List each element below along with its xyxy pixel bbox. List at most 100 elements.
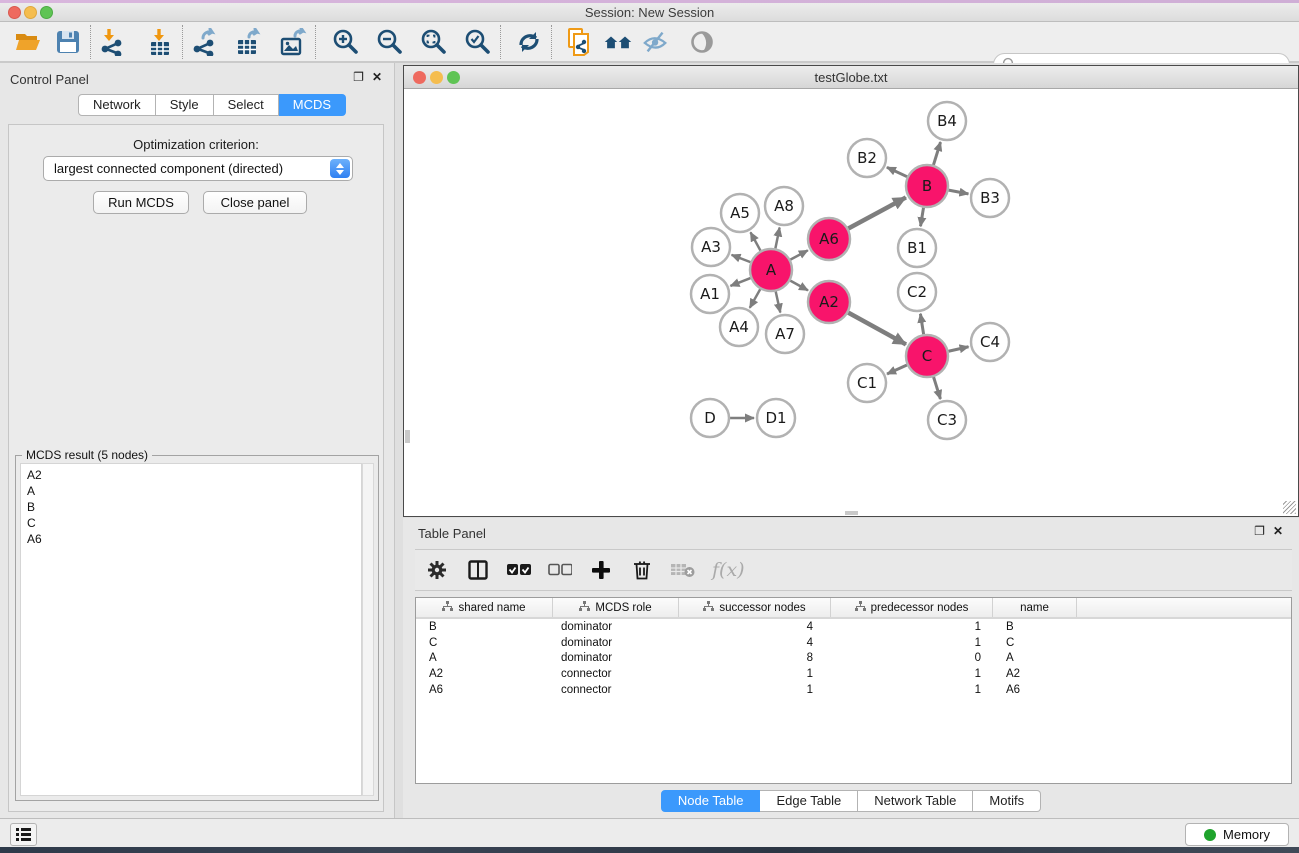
table-cell[interactable]: C (416, 635, 553, 651)
import-network-icon[interactable] (99, 28, 127, 56)
new-network-from-selection-icon[interactable] (566, 28, 594, 56)
task-history-button[interactable] (10, 823, 37, 846)
table-cell[interactable]: A2 (993, 666, 1077, 682)
tab-edge-table[interactable]: Edge Table (760, 790, 858, 812)
node-B3[interactable]: B3 (971, 179, 1009, 217)
zoom-out-icon[interactable] (376, 28, 404, 56)
table-row[interactable]: Cdominator41C (416, 635, 1291, 651)
table-cell[interactable]: B (993, 619, 1077, 635)
tab-network-table[interactable]: Network Table (858, 790, 973, 812)
node-A8[interactable]: A8 (765, 187, 803, 225)
first-neighbors-icon[interactable] (604, 28, 632, 56)
table-cell[interactable]: connector (553, 682, 679, 698)
table-cell[interactable]: B (416, 619, 553, 635)
column-header-predecessor-nodes[interactable]: predecessor nodes (831, 598, 993, 617)
export-table-icon[interactable] (235, 28, 263, 56)
zoom-selected-icon[interactable] (464, 28, 492, 56)
table-cell[interactable]: A2 (416, 666, 553, 682)
table-cell[interactable]: dominator (553, 619, 679, 635)
edge-B-B4[interactable] (933, 142, 940, 165)
memory-button[interactable]: Memory (1185, 823, 1289, 846)
show-all-icon[interactable] (688, 28, 716, 56)
node-A5[interactable]: A5 (721, 194, 759, 232)
save-session-icon[interactable] (54, 28, 82, 56)
node-C2[interactable]: C2 (898, 273, 936, 311)
tab-node-table[interactable]: Node Table (661, 790, 761, 812)
edge-B-B2[interactable] (887, 167, 907, 176)
edge-B-B1[interactable] (921, 208, 924, 227)
table-cell[interactable]: 1 (679, 666, 831, 682)
tab-mcds[interactable]: MCDS (279, 94, 346, 116)
table-settings-icon[interactable] (425, 558, 449, 582)
table-cell[interactable]: A (993, 650, 1077, 666)
column-header-name[interactable]: name (993, 598, 1077, 617)
edge-A-A3[interactable] (732, 255, 751, 262)
node-D1[interactable]: D1 (757, 399, 795, 437)
show-column-icon[interactable] (466, 558, 490, 582)
table-cell[interactable]: 4 (679, 635, 831, 651)
mcds-result-item[interactable]: C (27, 515, 361, 531)
node-A1[interactable]: A1 (691, 275, 729, 313)
table-cell[interactable]: connector (553, 666, 679, 682)
column-header-shared-name[interactable]: shared name (416, 598, 553, 617)
edge-A2-C[interactable] (848, 313, 906, 345)
criterion-dropdown[interactable]: largest connected component (directed) (43, 156, 353, 181)
edge-C-C3[interactable] (934, 377, 941, 399)
mcds-result-item[interactable]: B (27, 499, 361, 515)
close-panel-button[interactable]: Close panel (203, 191, 307, 214)
table-cell[interactable]: C (993, 635, 1077, 651)
edge-A-A2[interactable] (790, 281, 808, 291)
node-D[interactable]: D (691, 399, 729, 437)
function-builder-icon[interactable]: f(x) (712, 559, 745, 581)
edge-A-A1[interactable] (730, 278, 750, 286)
add-column-icon[interactable] (589, 558, 613, 582)
table-cell[interactable]: 0 (831, 650, 993, 666)
node-C[interactable]: C (906, 335, 948, 377)
node-C3[interactable]: C3 (928, 401, 966, 439)
column-header-successor-nodes[interactable]: successor nodes (679, 598, 831, 617)
network-graph[interactable]: AA6A2BCA5A8A3A1A4A7B2B4B3B1C2C4C1C3DD1 (404, 89, 1298, 516)
mcds-result-item[interactable]: A (27, 483, 361, 499)
open-file-icon[interactable] (14, 28, 42, 56)
table-cell[interactable]: dominator (553, 635, 679, 651)
table-cell[interactable]: 1 (831, 619, 993, 635)
edge-C-C2[interactable] (920, 314, 923, 335)
node-A[interactable]: A (750, 249, 792, 291)
node-B4[interactable]: B4 (928, 102, 966, 140)
close-table-panel-icon[interactable]: ✕ (1273, 524, 1283, 538)
table-cell[interactable]: A (416, 650, 553, 666)
import-table-icon[interactable] (146, 28, 174, 56)
table-cell[interactable]: 1 (679, 682, 831, 698)
table-cell[interactable]: 4 (679, 619, 831, 635)
table-row[interactable]: A6connector11A6 (416, 682, 1291, 698)
export-image-icon[interactable] (279, 28, 307, 56)
node-B[interactable]: B (906, 165, 948, 207)
deselect-all-rows-icon[interactable] (548, 558, 572, 582)
column-header-mcds-role[interactable]: MCDS role (553, 598, 679, 617)
float-table-panel-icon[interactable]: ❐ (1254, 524, 1265, 538)
mcds-result-scrollbar[interactable] (362, 463, 374, 796)
tab-network[interactable]: Network (78, 94, 156, 116)
edge-C-C1[interactable] (887, 365, 907, 374)
node-A6[interactable]: A6 (808, 218, 850, 260)
apply-layout-icon[interactable] (515, 28, 543, 56)
float-panel-icon[interactable]: ❐ (353, 70, 364, 84)
mcds-result-list[interactable]: A2ABCA6 (20, 463, 362, 796)
tab-motifs[interactable]: Motifs (973, 790, 1041, 812)
edge-A6-B[interactable] (848, 197, 906, 228)
node-B2[interactable]: B2 (848, 139, 886, 177)
table-cell[interactable]: 1 (831, 666, 993, 682)
node-A3[interactable]: A3 (692, 228, 730, 266)
edge-A-A7[interactable] (776, 291, 781, 312)
tab-select[interactable]: Select (214, 94, 279, 116)
node-B1[interactable]: B1 (898, 229, 936, 267)
node-C1[interactable]: C1 (848, 364, 886, 402)
hide-selected-icon[interactable] (642, 28, 670, 56)
delete-columns-icon[interactable] (630, 558, 654, 582)
network-vertical-scroll-thumb[interactable] (405, 430, 410, 443)
table-row[interactable]: A2connector11A2 (416, 666, 1291, 682)
delete-table-icon[interactable] (671, 558, 695, 582)
mcds-result-item[interactable]: A6 (27, 531, 361, 547)
table-row[interactable]: Bdominator41B (416, 619, 1291, 635)
network-resize-grip[interactable] (1283, 501, 1296, 514)
